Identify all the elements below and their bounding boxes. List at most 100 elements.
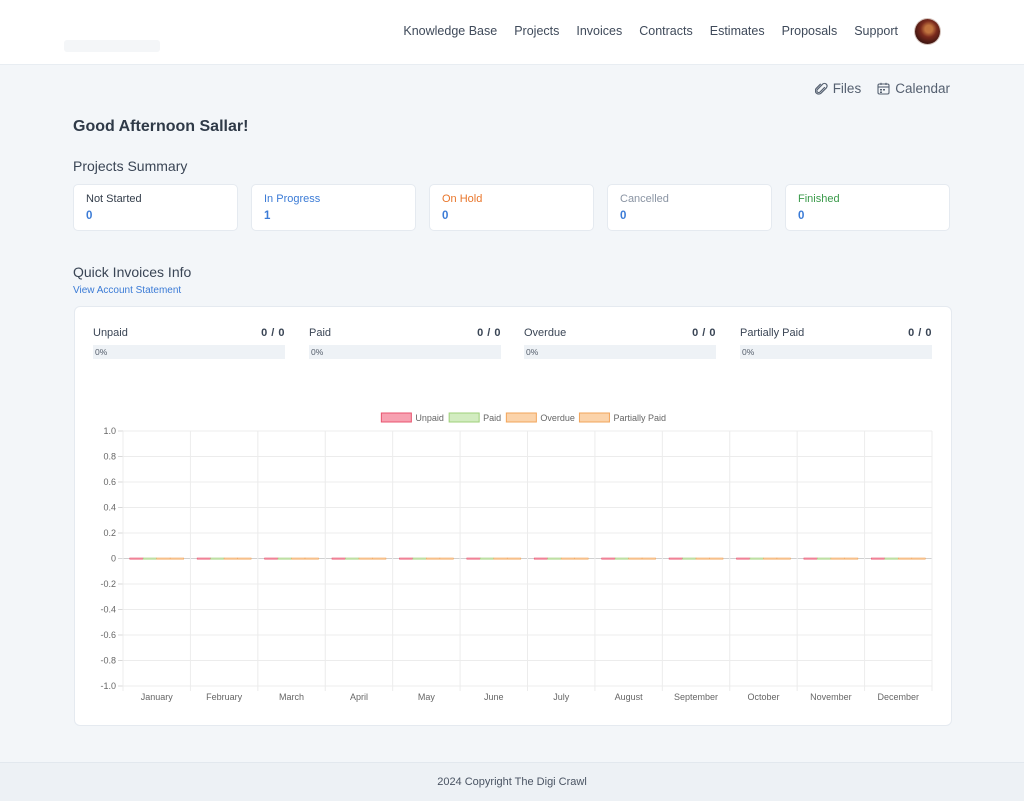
bar [844, 557, 859, 560]
bar [763, 557, 778, 560]
x-tick-label: November [810, 692, 852, 702]
card-value: 0 [620, 210, 627, 222]
bar [533, 557, 549, 560]
bar [331, 557, 346, 560]
bar [911, 557, 926, 560]
logo[interactable] [64, 40, 160, 52]
bar [506, 557, 522, 560]
x-tick-label: September [674, 692, 718, 702]
x-tick-label: March [279, 692, 304, 702]
bar [830, 557, 845, 560]
bar [709, 557, 724, 560]
legend-swatch [448, 412, 480, 423]
y-tick-label: -0.2 [100, 579, 116, 589]
card-value: 0 [442, 210, 449, 222]
bar [897, 557, 913, 560]
y-tick-label: -1.0 [100, 681, 116, 691]
nav-contracts[interactable]: Contracts [639, 24, 693, 38]
legend-swatch [380, 412, 412, 423]
invoices-info-title: Quick Invoices Info [73, 264, 192, 280]
x-tick-label: February [206, 692, 243, 702]
bar [668, 557, 683, 560]
bar [641, 557, 656, 560]
footer: 2024 Copyright The Digi Crawl [0, 762, 1024, 801]
bar [237, 557, 252, 560]
x-tick-label: January [141, 692, 174, 702]
card-value: 0 [798, 210, 805, 222]
projects-summary-title: Projects Summary [73, 158, 188, 174]
project-card-in-progress[interactable]: In Progress 1 [251, 184, 416, 231]
bar [345, 557, 360, 560]
bar [574, 557, 589, 560]
y-tick-label: -0.8 [100, 656, 116, 666]
bar [736, 557, 751, 560]
bar [372, 557, 387, 560]
x-tick-label: December [878, 692, 920, 702]
bar [493, 557, 508, 560]
bar [196, 557, 211, 560]
user-avatar[interactable] [915, 19, 940, 44]
bar [466, 557, 481, 560]
x-tick-label: August [615, 692, 644, 702]
top-navbar: Knowledge Base Projects Invoices Contrac… [0, 0, 1024, 65]
bar [695, 557, 710, 560]
bar [871, 557, 886, 560]
bar [129, 557, 144, 560]
bar [817, 557, 832, 560]
nav-proposals[interactable]: Proposals [782, 24, 838, 38]
y-tick-label: 0.8 [103, 452, 116, 462]
nav-projects[interactable]: Projects [514, 24, 559, 38]
greeting-heading: Good Afternoon Sallar! [73, 118, 249, 135]
bar [264, 557, 279, 560]
copyright-text: 2024 Copyright The Digi Crawl [437, 776, 587, 788]
bar [142, 557, 158, 560]
x-tick-label: October [747, 692, 779, 702]
project-card-on-hold[interactable]: On Hold 0 [429, 184, 594, 231]
legend-swatch [505, 412, 537, 423]
bar [776, 557, 791, 560]
bar [223, 557, 238, 560]
bar [601, 557, 616, 560]
quick-links: Files Calendar [814, 81, 950, 96]
calendar-icon [877, 82, 890, 95]
card-label: Not Started [86, 193, 142, 205]
nav-knowledge-base[interactable]: Knowledge Base [403, 24, 497, 38]
bar [291, 557, 306, 560]
nav-invoices[interactable]: Invoices [576, 24, 622, 38]
card-value: 1 [264, 210, 271, 222]
legend-swatch [578, 412, 610, 423]
legend-label: Overdue [540, 413, 575, 423]
x-tick-label: April [350, 692, 368, 702]
project-card-finished[interactable]: Finished 0 [785, 184, 950, 231]
paperclip-icon [814, 82, 828, 96]
calendar-label: Calendar [895, 81, 950, 96]
bar [803, 557, 818, 560]
bar [560, 557, 575, 560]
legend-label: Paid [483, 413, 501, 423]
x-tick-label: May [418, 692, 436, 702]
x-tick-label: June [484, 692, 504, 702]
bar [156, 557, 171, 560]
calendar-link[interactable]: Calendar [877, 81, 950, 96]
y-tick-label: 0 [111, 554, 116, 564]
x-tick-label: July [553, 692, 570, 702]
bar [304, 557, 319, 560]
project-card-cancelled[interactable]: Cancelled 0 [607, 184, 772, 231]
bar [614, 557, 629, 560]
y-tick-label: -0.4 [100, 605, 116, 615]
bar [210, 557, 225, 560]
view-account-statement-link[interactable]: View Account Statement [73, 285, 181, 296]
bar [628, 557, 643, 560]
nav-estimates[interactable]: Estimates [710, 24, 765, 38]
files-link[interactable]: Files [814, 81, 861, 96]
card-label: In Progress [264, 193, 321, 205]
nav-support[interactable]: Support [854, 24, 898, 38]
invoices-panel: Unpaid 0 / 0 0% Paid 0 / 0 0% Overdue 0 / 0… [74, 306, 952, 726]
project-card-not-started[interactable]: Not Started 0 [73, 184, 238, 231]
card-label: Cancelled [620, 193, 669, 205]
bar [412, 557, 427, 560]
y-tick-label: 0.2 [103, 528, 116, 538]
bar [884, 557, 899, 560]
card-label: On Hold [442, 193, 483, 205]
bar [682, 557, 697, 560]
